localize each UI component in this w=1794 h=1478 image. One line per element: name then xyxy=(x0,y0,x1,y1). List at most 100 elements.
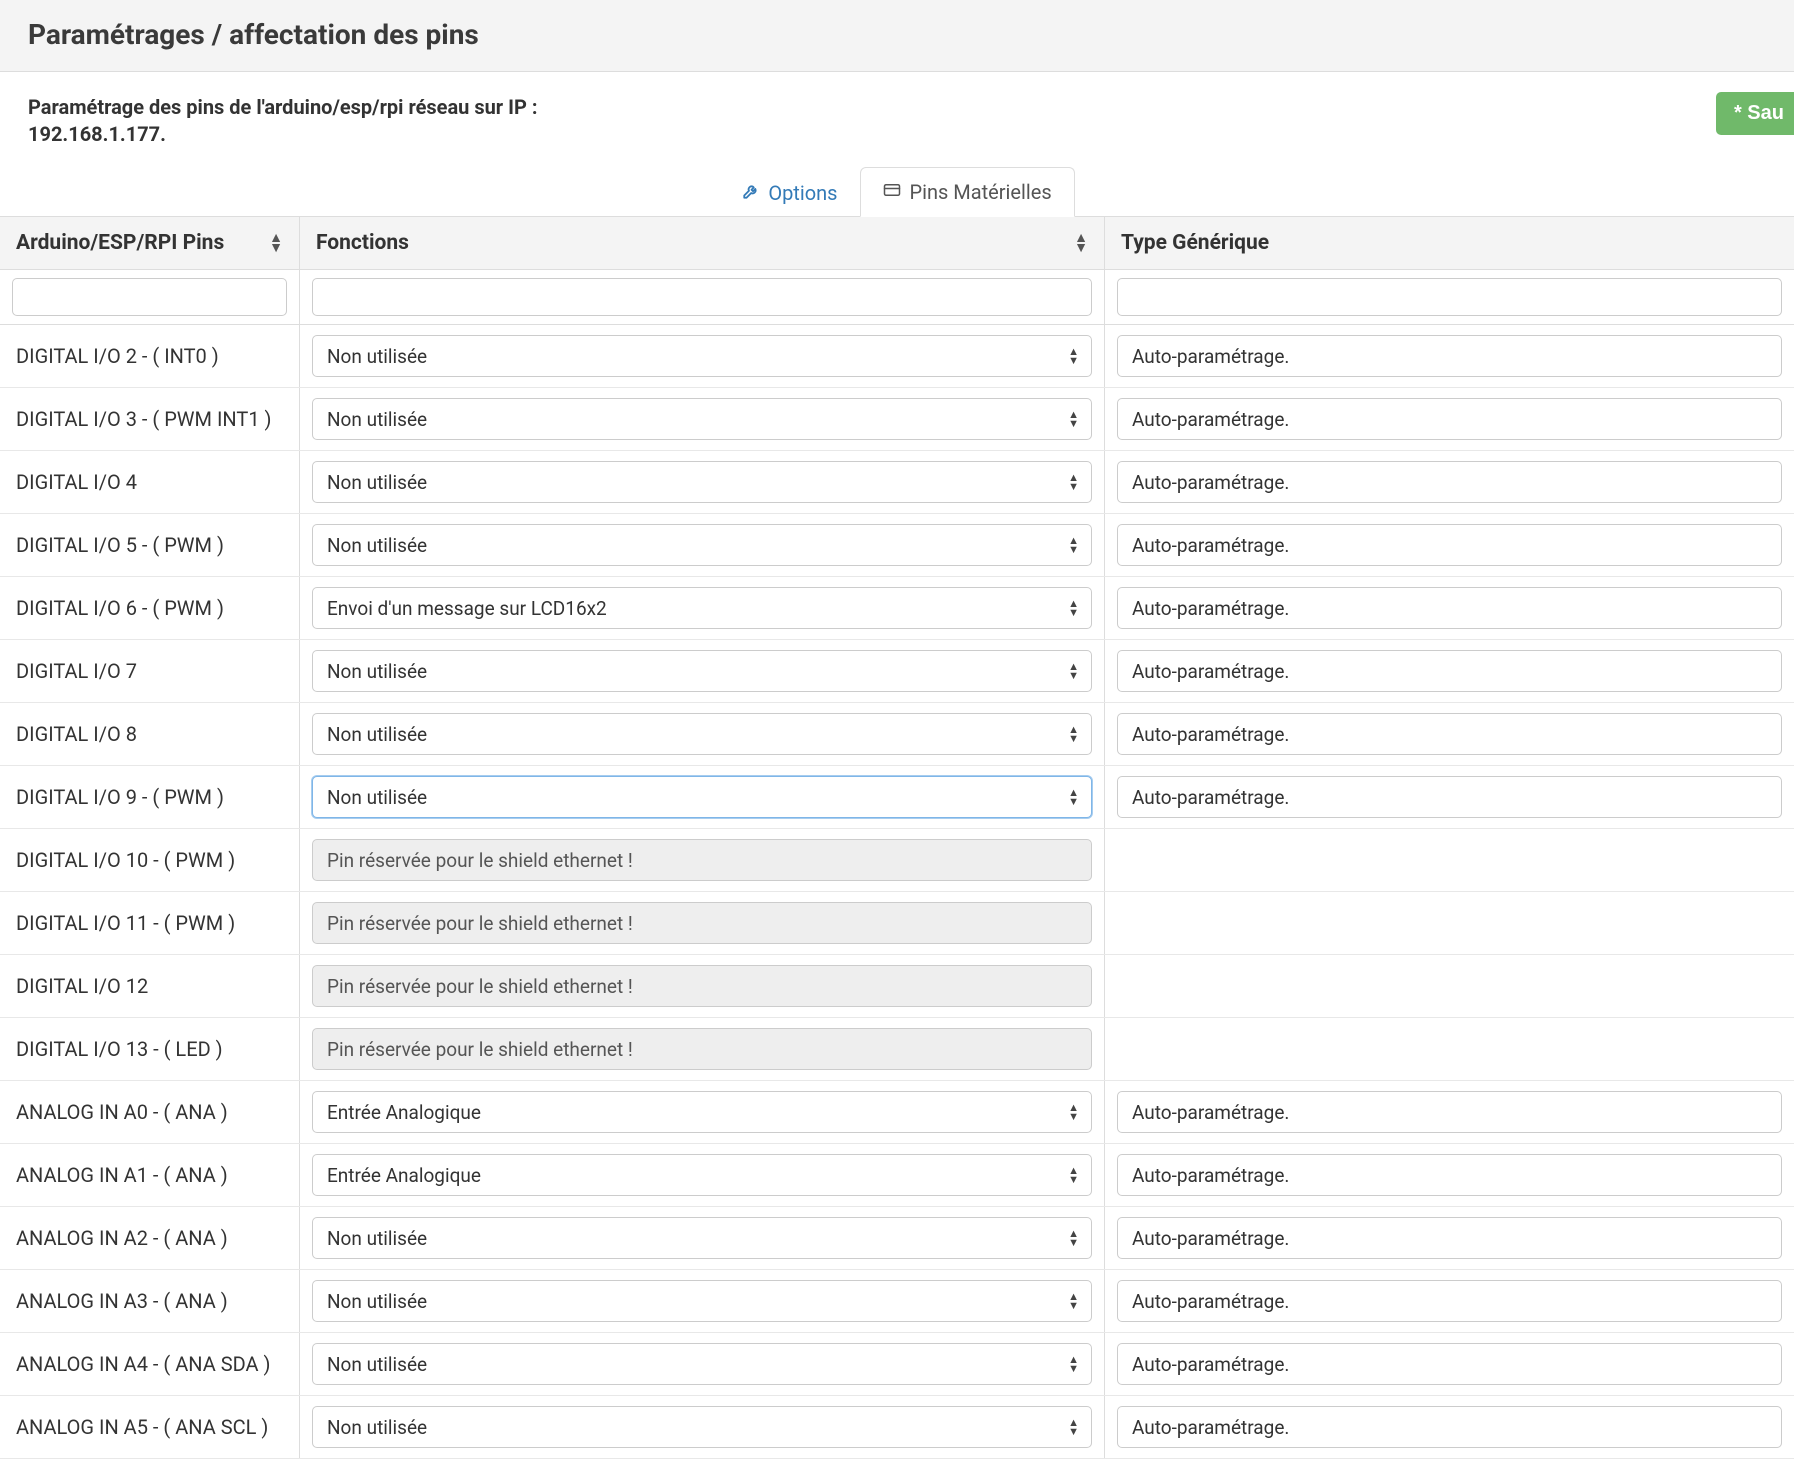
type-cell: Auto-paramétrage. xyxy=(1105,1207,1794,1269)
pin-label: DIGITAL I/O 12 xyxy=(12,974,148,998)
table-row: DIGITAL I/O 8Non utilisée▲▼Auto-paramétr… xyxy=(0,703,1794,766)
type-select[interactable]: Auto-paramétrage. xyxy=(1117,1217,1782,1259)
filter-type-input[interactable] xyxy=(1117,278,1782,316)
type-select[interactable]: Auto-paramétrage. xyxy=(1117,650,1782,692)
subhead-line2: 192.168.1.177. xyxy=(28,122,166,146)
table-row: DIGITAL I/O 10 - ( PWM )Pin réservée pou… xyxy=(0,829,1794,892)
func-select[interactable]: Non utilisée▲▼ xyxy=(312,1217,1092,1259)
tab-options-label: Options xyxy=(768,181,837,205)
table-row: DIGITAL I/O 4Non utilisée▲▼Auto-paramétr… xyxy=(0,451,1794,514)
type-cell: Auto-paramétrage. xyxy=(1105,1333,1794,1395)
func-cell: Non utilisée▲▼ xyxy=(300,451,1105,513)
table-row: DIGITAL I/O 7 Non utilisée▲▼ Auto-paramétr… xyxy=(0,640,1794,703)
type-select[interactable]: Auto-paramétrage. xyxy=(1117,1343,1782,1385)
pin-cell: ANALOG IN A0 - ( ANA ) xyxy=(0,1081,300,1143)
card-icon xyxy=(883,180,901,204)
func-select-value: Non utilisée xyxy=(327,660,427,683)
pin-cell: ANALOG IN A1 - ( ANA ) xyxy=(0,1144,300,1206)
func-select[interactable]: Non utilisée▲▼ xyxy=(312,713,1092,755)
type-select[interactable]: Auto-paramétrage. xyxy=(1117,524,1782,566)
type-select[interactable]: Auto-paramétrage. xyxy=(1117,1280,1782,1322)
chevron-updown-icon: ▲▼ xyxy=(1068,410,1079,428)
type-select[interactable]: Auto-paramétrage. xyxy=(1117,1406,1782,1448)
type-select-value: Auto-paramétrage. xyxy=(1132,597,1289,620)
grid-body: DIGITAL I/O 2 - ( INT0 )Non utilisée▲▼Au… xyxy=(0,325,1794,1459)
type-select[interactable]: Auto-paramétrage. xyxy=(1117,713,1782,755)
func-select[interactable]: Envoi d'un message sur LCD16x2▲▼ xyxy=(312,587,1092,629)
pin-cell: ANALOG IN A2 - ( ANA ) xyxy=(0,1207,300,1269)
table-row: DIGITAL I/O 3 - ( PWM INT1 )Non utilisée… xyxy=(0,388,1794,451)
func-select-value: Entrée Analogique xyxy=(327,1101,481,1124)
func-select[interactable]: Entrée Analogique▲▼ xyxy=(312,1091,1092,1133)
chevron-updown-icon: ▲▼ xyxy=(1068,1355,1079,1373)
pin-label: ANALOG IN A0 - ( ANA ) xyxy=(12,1100,228,1124)
table-row: ANALOG IN A5 - ( ANA SCL )Non utilisée▲▼… xyxy=(0,1396,1794,1459)
save-button[interactable]: * Sau xyxy=(1716,92,1794,135)
func-select[interactable]: Entrée Analogique▲▼ xyxy=(312,1154,1092,1196)
table-row: DIGITAL I/O 5 - ( PWM ) Non utilisée▲▼ Aut… xyxy=(0,514,1794,577)
col-header-pin[interactable]: Arduino/ESP/RPI Pins ▲▼ xyxy=(0,217,300,269)
type-cell xyxy=(1105,955,1794,1017)
func-select[interactable]: Non utilisée▲▼ xyxy=(312,461,1092,503)
reserved-pin-notice: Pin réservée pour le shield ethernet ! xyxy=(312,965,1092,1007)
col-header-func[interactable]: Fonctions ▲▼ xyxy=(300,217,1105,269)
func-select[interactable]: Non utilisée▲▼ xyxy=(312,776,1092,818)
type-cell xyxy=(1105,1018,1794,1080)
type-select-value: Auto-paramétrage. xyxy=(1132,660,1289,683)
func-select[interactable]: Non utilisée▲▼ xyxy=(312,1406,1092,1448)
chevron-updown-icon: ▲▼ xyxy=(1068,1418,1079,1436)
table-row: DIGITAL I/O 13 - ( LED )Pin réservée pou… xyxy=(0,1018,1794,1081)
pin-cell: DIGITAL I/O 10 - ( PWM ) xyxy=(0,829,300,891)
type-cell: Auto-paramétrage. xyxy=(1105,1270,1794,1332)
type-select-value: Auto-paramétrage. xyxy=(1132,1164,1289,1187)
type-select[interactable]: Auto-paramétrage. xyxy=(1117,1154,1782,1196)
func-select[interactable]: Non utilisée▲▼ xyxy=(312,524,1092,566)
chevron-updown-icon: ▲▼ xyxy=(1068,1292,1079,1310)
pin-label: ANALOG IN A2 - ( ANA ) xyxy=(12,1226,228,1250)
pin-cell: DIGITAL I/O 6 - ( PWM ) xyxy=(0,577,300,639)
func-cell: Non utilisée▲▼ xyxy=(300,325,1105,387)
type-select-value: Auto-paramétrage. xyxy=(1132,1101,1289,1124)
pin-label: ANALOG IN A3 - ( ANA ) xyxy=(12,1289,228,1313)
col-header-type[interactable]: Type Générique xyxy=(1105,217,1794,269)
col-header-type-label: Type Générique xyxy=(1121,231,1269,255)
type-select[interactable]: Auto-paramétrage. xyxy=(1117,776,1782,818)
type-select[interactable]: Auto-paramétrage. xyxy=(1117,461,1782,503)
pins-grid: Arduino/ESP/RPI Pins ▲▼ Fonctions ▲▼ Typ… xyxy=(0,216,1794,1459)
pin-cell: ANALOG IN A4 - ( ANA SDA ) xyxy=(0,1333,300,1395)
table-row: ANALOG IN A1 - ( ANA ) Entrée Analogique▲… xyxy=(0,1144,1794,1207)
reserved-pin-notice: Pin réservée pour le shield ethernet ! xyxy=(312,902,1092,944)
chevron-updown-icon: ▲▼ xyxy=(1068,599,1079,617)
chevron-updown-icon: ▲▼ xyxy=(1068,788,1079,806)
chevron-updown-icon: ▲▼ xyxy=(1068,473,1079,491)
filter-pin-input[interactable] xyxy=(12,278,287,316)
func-select[interactable]: Non utilisée▲▼ xyxy=(312,650,1092,692)
func-cell: Pin réservée pour le shield ethernet ! xyxy=(300,1018,1105,1080)
func-select[interactable]: Non utilisée▲▼ xyxy=(312,335,1092,377)
col-header-func-label: Fonctions xyxy=(316,231,409,255)
tab-options[interactable]: Options xyxy=(719,167,860,217)
type-select[interactable]: Auto-paramétrage. xyxy=(1117,587,1782,629)
tab-pins-label: Pins Matérielles xyxy=(909,180,1051,204)
type-select[interactable]: Auto-paramétrage. xyxy=(1117,335,1782,377)
filter-func-input[interactable] xyxy=(312,278,1092,316)
func-select[interactable]: Non utilisée▲▼ xyxy=(312,398,1092,440)
func-select[interactable]: Non utilisée▲▼ xyxy=(312,1343,1092,1385)
func-cell: Envoi d'un message sur LCD16x2▲▼ xyxy=(300,577,1105,639)
pin-cell: DIGITAL I/O 5 - ( PWM ) xyxy=(0,514,300,576)
func-cell: Pin réservée pour le shield ethernet ! xyxy=(300,829,1105,891)
tab-pins[interactable]: Pins Matérielles xyxy=(860,167,1074,217)
func-cell: Non utilisée▲▼ xyxy=(300,1207,1105,1269)
type-select-value: Auto-paramétrage. xyxy=(1132,1353,1289,1376)
pin-label: DIGITAL I/O 2 - ( INT0 ) xyxy=(12,344,219,368)
chevron-updown-icon: ▲▼ xyxy=(1068,725,1079,743)
wrench-icon xyxy=(742,181,760,205)
func-select-value: Non utilisée xyxy=(327,345,427,368)
func-cell: Non utilisée▲▼ xyxy=(300,1270,1105,1332)
pin-label: ANALOG IN A1 - ( ANA ) xyxy=(12,1163,228,1187)
type-cell xyxy=(1105,892,1794,954)
type-select[interactable]: Auto-paramétrage. xyxy=(1117,398,1782,440)
pin-cell: DIGITAL I/O 7 xyxy=(0,640,300,702)
func-select[interactable]: Non utilisée▲▼ xyxy=(312,1280,1092,1322)
type-select[interactable]: Auto-paramétrage. xyxy=(1117,1091,1782,1133)
